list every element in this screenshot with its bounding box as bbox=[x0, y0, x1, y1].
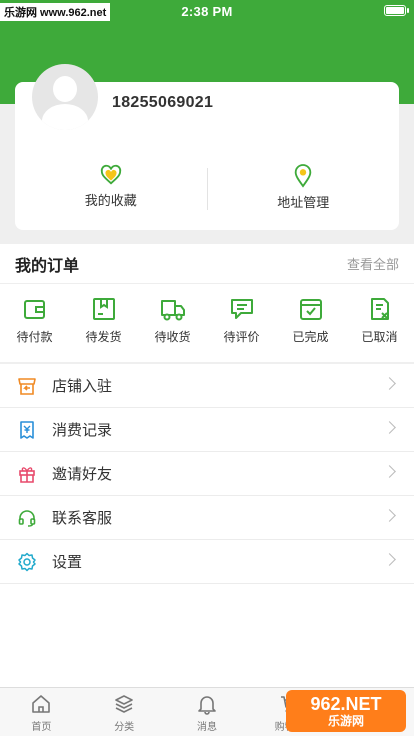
wallet-icon bbox=[23, 300, 45, 319]
view-all-orders-link[interactable]: 查看全部 bbox=[347, 254, 399, 273]
tab-label: 首页 bbox=[31, 722, 52, 733]
order-status-row: 待付款 待发货 待收货 待评价 已完成 已取消 bbox=[0, 284, 414, 362]
menu-item-settings[interactable]: 设置 bbox=[0, 540, 414, 584]
headset-icon bbox=[18, 509, 36, 527]
document-cancel-icon bbox=[370, 298, 389, 320]
comment-icon bbox=[230, 299, 253, 319]
layers-icon bbox=[115, 695, 133, 713]
menu-label: 邀请好友 bbox=[52, 466, 113, 483]
tab-label: 消息 bbox=[196, 722, 217, 733]
menu-item-store-apply[interactable]: 店铺入驻 bbox=[0, 364, 414, 408]
order-pending-receipt[interactable]: 待收货 bbox=[138, 296, 207, 362]
menu-label: 店铺入驻 bbox=[52, 378, 113, 395]
menu-item-invite-friends[interactable]: 邀请好友 bbox=[0, 452, 414, 496]
calendar-check-icon bbox=[299, 299, 322, 320]
menu-label: 设置 bbox=[52, 554, 83, 571]
tab-home[interactable]: 首页 bbox=[0, 688, 83, 736]
address-link[interactable]: 地址管理 bbox=[208, 164, 400, 212]
status-bar: 乐游网 www.962.net 2:38 PM bbox=[0, 0, 414, 22]
chevron-right-icon bbox=[383, 421, 396, 434]
profile-card: 18255069021 我的收藏 地址管理 bbox=[15, 64, 399, 230]
status-time: 2:38 PM bbox=[181, 4, 233, 19]
menu-item-purchase-history[interactable]: 消费记录 bbox=[0, 408, 414, 452]
order-label: 待发货 bbox=[85, 330, 122, 344]
chevron-right-icon bbox=[383, 465, 396, 478]
order-cancelled[interactable]: 已取消 bbox=[345, 296, 414, 362]
watermark-sub: 乐游网 bbox=[327, 714, 364, 728]
order-completed[interactable]: 已完成 bbox=[276, 296, 345, 362]
orders-title: 我的订单 bbox=[15, 257, 80, 275]
order-pending-review[interactable]: 待评价 bbox=[207, 296, 276, 362]
heart-icon bbox=[100, 164, 121, 185]
gift-icon bbox=[19, 466, 35, 483]
address-label: 地址管理 bbox=[277, 195, 330, 210]
tab-messages[interactable]: 消息 bbox=[166, 688, 249, 736]
order-label: 已完成 bbox=[292, 330, 329, 344]
location-pin-icon bbox=[294, 164, 312, 188]
quick-links: 我的收藏 地址管理 bbox=[15, 164, 399, 212]
favorites-link[interactable]: 我的收藏 bbox=[15, 164, 207, 212]
order-label: 待付款 bbox=[16, 330, 53, 344]
order-pending-shipment[interactable]: 待发货 bbox=[69, 296, 138, 362]
empty-area bbox=[0, 584, 414, 687]
order-label: 已取消 bbox=[361, 330, 398, 344]
gear-icon bbox=[18, 552, 36, 571]
menu-label: 消费记录 bbox=[52, 422, 113, 439]
watermark-main: 962.NET bbox=[310, 694, 382, 714]
battery-icon bbox=[384, 5, 409, 16]
store-icon bbox=[18, 377, 36, 395]
site-watermark: 962.NET 乐游网 bbox=[286, 690, 406, 732]
order-pending-payment[interactable]: 待付款 bbox=[0, 296, 69, 362]
menu-item-customer-service[interactable]: 联系客服 bbox=[0, 496, 414, 540]
bell-icon bbox=[198, 696, 216, 715]
tab-label: 分类 bbox=[114, 722, 135, 733]
truck-icon bbox=[160, 300, 185, 321]
package-icon bbox=[92, 298, 115, 320]
chevron-right-icon bbox=[383, 553, 396, 566]
menu-list: 店铺入驻 消费记录 邀请好友 联系客服 设置 bbox=[0, 364, 414, 584]
chevron-right-icon bbox=[383, 509, 396, 522]
receipt-icon bbox=[20, 420, 34, 439]
order-label: 待评价 bbox=[223, 330, 260, 344]
tab-category[interactable]: 分类 bbox=[83, 688, 166, 736]
order-label: 待收货 bbox=[154, 330, 191, 344]
chevron-right-icon bbox=[383, 377, 396, 390]
orders-section: 我的订单 查看全部 待付款 待发货 待收货 待评价 已完成 已取消 bbox=[0, 244, 414, 362]
avatar[interactable] bbox=[32, 64, 98, 130]
menu-label: 联系客服 bbox=[52, 510, 113, 527]
favorites-label: 我的收藏 bbox=[84, 193, 137, 208]
user-phone: 18255069021 bbox=[112, 94, 214, 111]
orders-header: 我的订单 查看全部 bbox=[0, 244, 414, 284]
home-icon bbox=[32, 695, 51, 713]
